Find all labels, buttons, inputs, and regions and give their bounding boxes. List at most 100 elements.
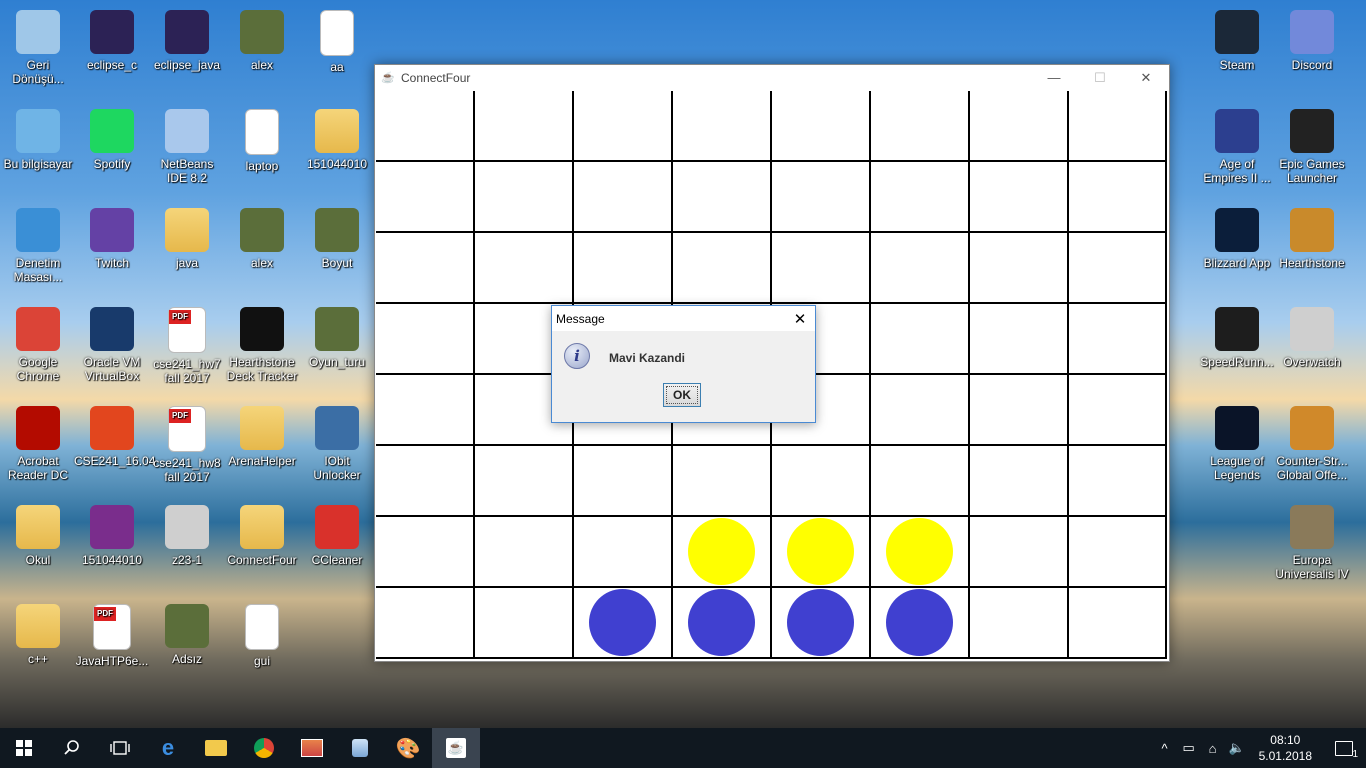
board-cell[interactable] bbox=[673, 162, 772, 233]
minimize-button[interactable]: — bbox=[1031, 65, 1077, 90]
board-cell[interactable] bbox=[772, 91, 871, 162]
board-cell[interactable] bbox=[1069, 588, 1167, 659]
desktop-icon[interactable]: Hearthstone Deck Tracker bbox=[224, 301, 300, 383]
desktop-icon[interactable]: Oyun_turu bbox=[299, 301, 375, 369]
desktop-icon[interactable]: NetBeans IDE 8.2 bbox=[149, 103, 225, 185]
board-cell[interactable] bbox=[475, 517, 574, 588]
board-cell[interactable] bbox=[376, 588, 475, 659]
taskbar-paint[interactable]: 🎨 bbox=[384, 728, 432, 768]
board-cell[interactable] bbox=[970, 162, 1069, 233]
board-cell[interactable] bbox=[475, 162, 574, 233]
desktop-icon[interactable]: Blizzard App bbox=[1199, 202, 1275, 270]
board-cell[interactable] bbox=[574, 233, 673, 304]
board-cell[interactable] bbox=[574, 162, 673, 233]
desktop-icon[interactable]: z23-1 bbox=[149, 499, 225, 567]
desktop-icon[interactable]: aa bbox=[299, 4, 375, 74]
battery-icon[interactable]: ▭ bbox=[1177, 740, 1201, 756]
desktop-icon[interactable]: java bbox=[149, 202, 225, 270]
desktop-icon[interactable]: Okul bbox=[0, 499, 76, 567]
board-cell[interactable] bbox=[871, 304, 970, 375]
maximize-button[interactable]: ☐ bbox=[1077, 65, 1123, 90]
dialog-close-button[interactable]: ✕ bbox=[785, 310, 815, 328]
taskbar-explorer[interactable] bbox=[192, 728, 240, 768]
board-cell[interactable] bbox=[970, 588, 1069, 659]
search-button[interactable] bbox=[48, 728, 96, 768]
desktop-icon[interactable]: Epic Games Launcher bbox=[1274, 103, 1350, 185]
desktop-icon[interactable]: Oracle VM VirtualBox bbox=[74, 301, 150, 383]
desktop-icon[interactable]: ConnectFour bbox=[224, 499, 300, 567]
board-cell[interactable] bbox=[475, 233, 574, 304]
action-center-button[interactable]: 1 bbox=[1322, 728, 1366, 768]
volume-icon[interactable]: 🔈 bbox=[1225, 740, 1249, 756]
board-cell[interactable] bbox=[376, 446, 475, 517]
desktop-icon[interactable]: Bu bilgisayar bbox=[0, 103, 76, 171]
board-cell[interactable] bbox=[772, 233, 871, 304]
desktop-icon[interactable]: alex bbox=[224, 4, 300, 72]
board-cell[interactable] bbox=[772, 446, 871, 517]
board-cell[interactable] bbox=[574, 517, 673, 588]
desktop-icon[interactable]: Acrobat Reader DC bbox=[0, 400, 76, 482]
board-cell[interactable] bbox=[1069, 91, 1167, 162]
desktop-icon[interactable]: SpeedRunn... bbox=[1199, 301, 1275, 369]
desktop-icon[interactable]: Discord bbox=[1274, 4, 1350, 72]
desktop-icon[interactable]: eclipse_java bbox=[149, 4, 225, 72]
board-cell[interactable] bbox=[475, 91, 574, 162]
desktop-icon[interactable]: League of Legends bbox=[1199, 400, 1275, 482]
desktop-icon[interactable]: alex bbox=[224, 202, 300, 270]
desktop-icon[interactable]: Boyut bbox=[299, 202, 375, 270]
board-cell[interactable] bbox=[871, 446, 970, 517]
board-cell[interactable] bbox=[871, 91, 970, 162]
board-cell[interactable] bbox=[970, 233, 1069, 304]
desktop-icon[interactable]: laptop bbox=[224, 103, 300, 173]
ok-button[interactable]: OK bbox=[663, 383, 701, 407]
desktop-icon[interactable]: eclipse_c bbox=[74, 4, 150, 72]
close-button[interactable]: ✕ bbox=[1123, 65, 1169, 90]
start-button[interactable] bbox=[0, 728, 48, 768]
board-cell[interactable] bbox=[1069, 375, 1167, 446]
taskbar-netbeans[interactable] bbox=[336, 728, 384, 768]
desktop-icon[interactable]: c++ bbox=[0, 598, 76, 666]
desktop-icon[interactable]: Twitch bbox=[74, 202, 150, 270]
board-cell[interactable] bbox=[871, 375, 970, 446]
board-cell[interactable] bbox=[376, 162, 475, 233]
board-cell[interactable] bbox=[772, 162, 871, 233]
taskbar-chrome[interactable] bbox=[240, 728, 288, 768]
network-icon[interactable]: ⌂ bbox=[1201, 741, 1225, 756]
desktop-icon[interactable]: Denetim Masası... bbox=[0, 202, 76, 284]
desktop-icon[interactable]: CSE241_16.04 bbox=[74, 400, 155, 468]
dialog-titlebar[interactable]: Message ✕ bbox=[552, 306, 815, 331]
desktop-icon[interactable]: Geri Dönüşü... bbox=[0, 4, 76, 86]
board-cell[interactable] bbox=[574, 91, 673, 162]
desktop-icon[interactable]: cse241_hw8 fall 2017 bbox=[149, 400, 225, 484]
board-cell[interactable] bbox=[475, 446, 574, 517]
board-cell[interactable] bbox=[673, 91, 772, 162]
window-titlebar[interactable]: ☕ ConnectFour — ☐ ✕ bbox=[375, 65, 1169, 90]
desktop-icon[interactable]: Hearthstone bbox=[1274, 202, 1350, 270]
desktop-icon[interactable]: IObit Unlocker bbox=[299, 400, 375, 482]
desktop-icon[interactable]: ArenaHelper bbox=[224, 400, 300, 468]
board-cell[interactable] bbox=[574, 446, 673, 517]
task-view-button[interactable] bbox=[96, 728, 144, 768]
desktop-icon[interactable]: Counter-Str... Global Offe... bbox=[1274, 400, 1350, 482]
desktop-icon[interactable]: Steam bbox=[1199, 4, 1275, 72]
board-cell[interactable] bbox=[1069, 162, 1167, 233]
desktop-icon[interactable]: Google Chrome bbox=[0, 301, 76, 383]
board-cell[interactable] bbox=[970, 446, 1069, 517]
desktop-icon[interactable]: 151044010 bbox=[74, 499, 150, 567]
board-cell[interactable] bbox=[475, 588, 574, 659]
desktop-icon[interactable]: JavaHTP6e... bbox=[74, 598, 150, 668]
desktop-icon[interactable]: Spotify bbox=[74, 103, 150, 171]
board-cell[interactable] bbox=[376, 517, 475, 588]
desktop-icon[interactable]: 151044010 bbox=[299, 103, 375, 171]
desktop-icon[interactable]: gui bbox=[224, 598, 300, 668]
board-cell[interactable] bbox=[376, 233, 475, 304]
board-cell[interactable] bbox=[970, 375, 1069, 446]
board-cell[interactable] bbox=[970, 517, 1069, 588]
board-cell[interactable] bbox=[376, 91, 475, 162]
board-cell[interactable] bbox=[970, 91, 1069, 162]
chevron-up-icon[interactable]: ^ bbox=[1153, 741, 1177, 756]
desktop-icon[interactable]: cse241_hw7 fall 2017 bbox=[149, 301, 225, 385]
taskbar-photos[interactable] bbox=[288, 728, 336, 768]
board-cell[interactable] bbox=[871, 162, 970, 233]
clock[interactable]: 08:10 5.01.2018 bbox=[1249, 732, 1322, 764]
